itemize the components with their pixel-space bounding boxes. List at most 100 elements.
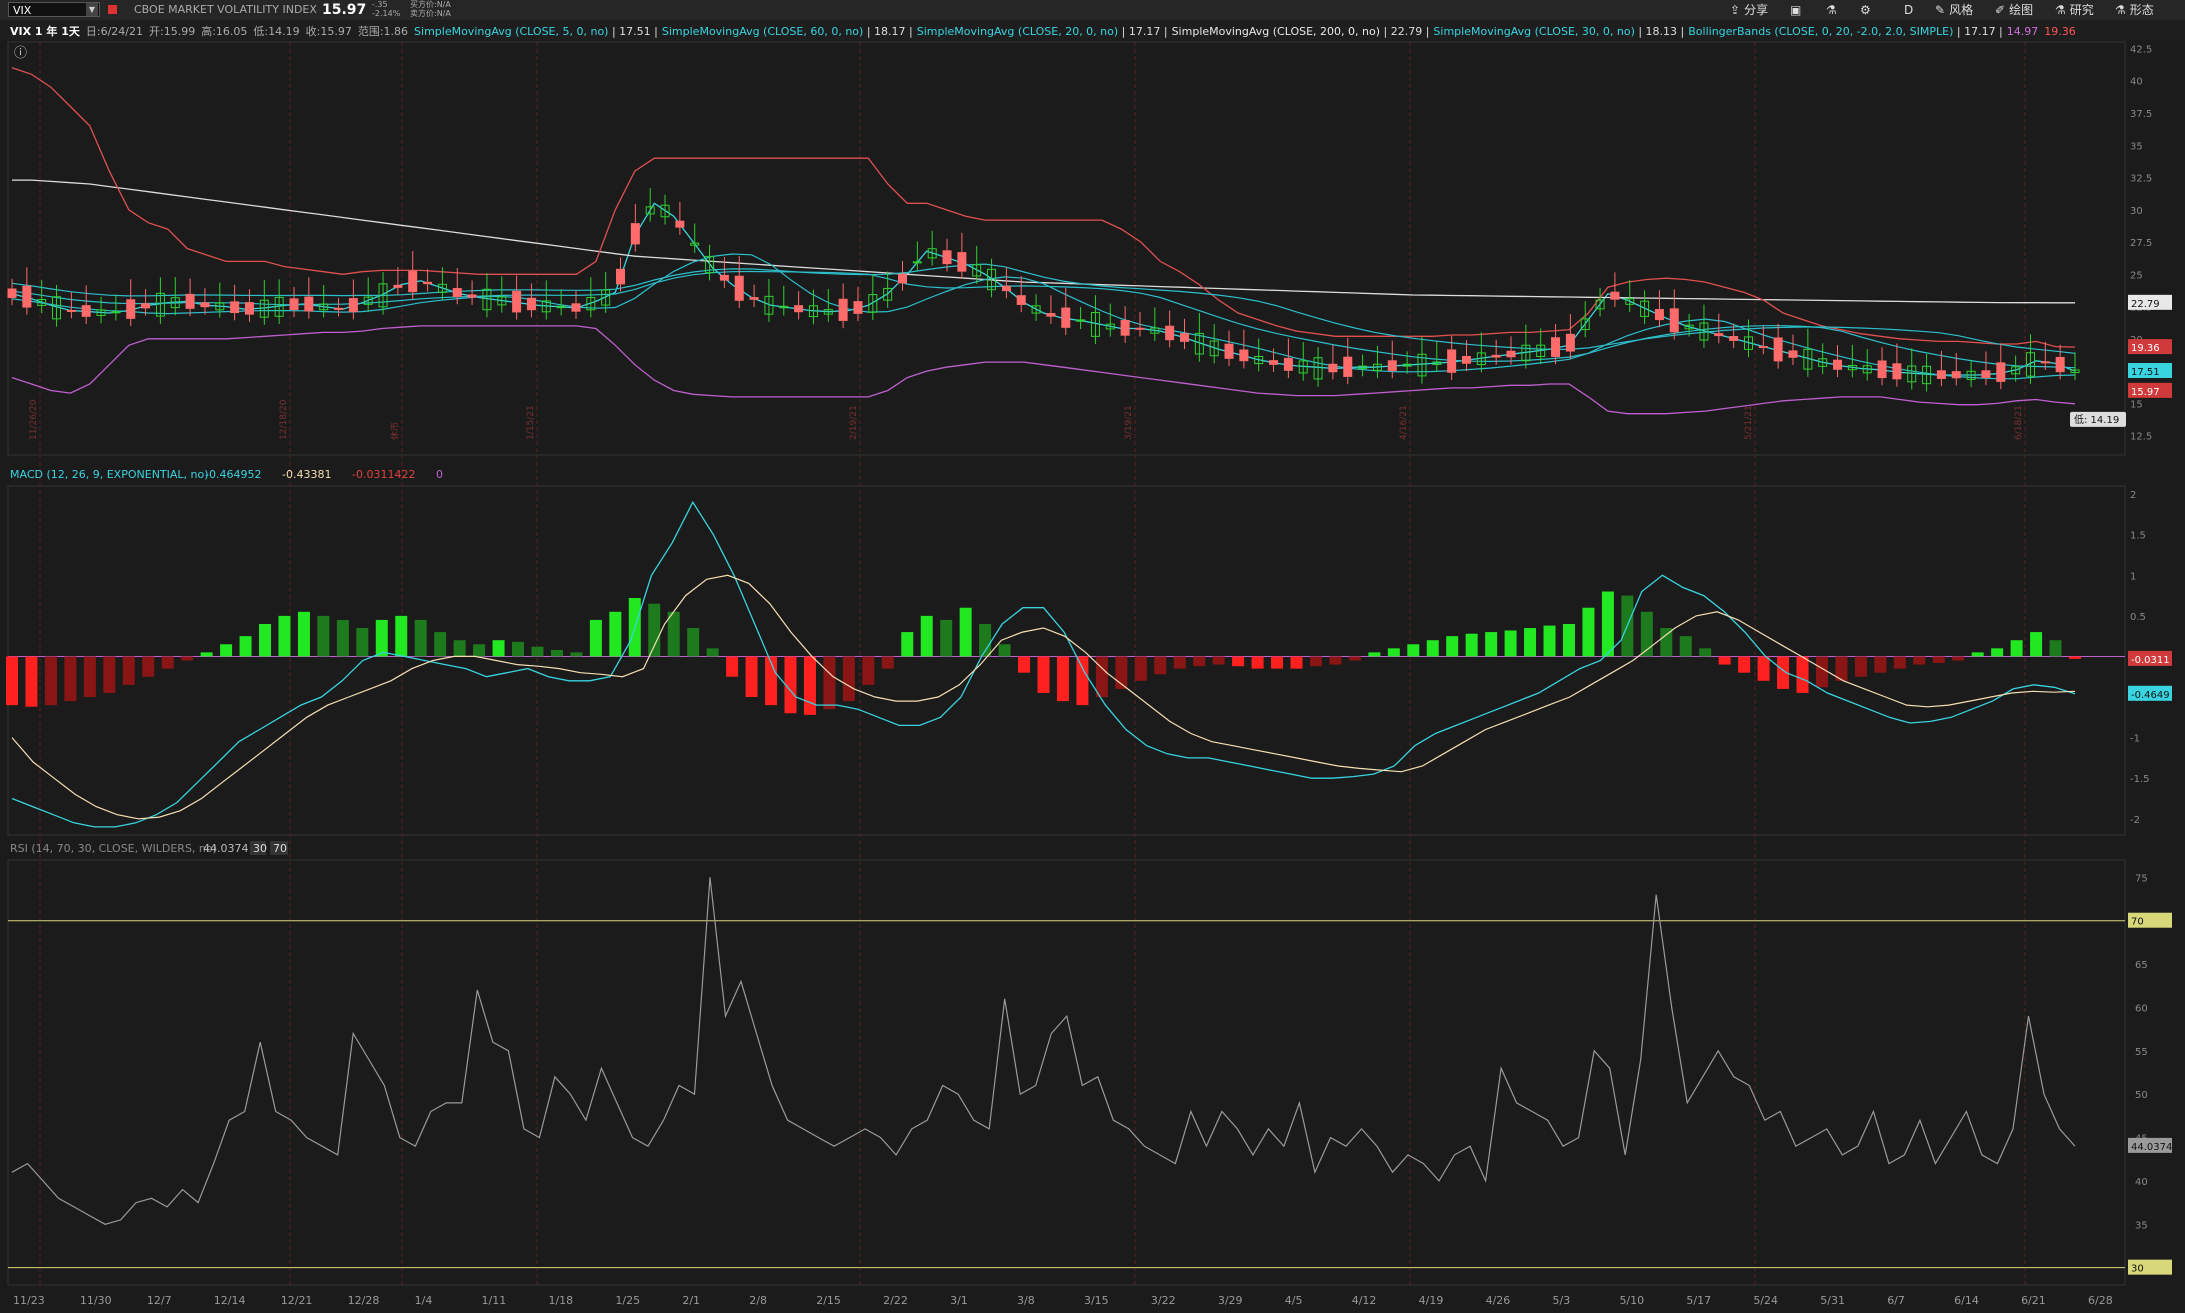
candle-body <box>734 275 744 301</box>
macd-hist-bar <box>531 646 544 657</box>
macd-hist-bar <box>1991 648 2004 657</box>
macd-hist-bar <box>83 656 96 698</box>
macd-hist-bar <box>1699 648 1712 657</box>
macd-axis-tick: -1 <box>2130 734 2140 745</box>
macd-hist-bar <box>161 656 174 669</box>
date-axis-tick: 6/7 <box>1887 1294 1905 1307</box>
macd-hist-bar <box>1212 656 1225 665</box>
panel-separator <box>0 837 2125 859</box>
macd-hist-bar <box>1309 656 1322 667</box>
date-axis-tick: 12/7 <box>147 1294 172 1307</box>
last-price-label: 15.97 <box>2131 387 2160 398</box>
macd-hist-bar <box>1582 607 1595 657</box>
event-label: 3/19/21 <box>1124 405 1134 440</box>
rsi-axis-tick: 75 <box>2135 873 2148 884</box>
date-axis-tick: 4/12 <box>1352 1294 1377 1307</box>
date-axis-tick: 1/25 <box>615 1294 640 1307</box>
macd-hist-bar <box>1971 652 1984 657</box>
candle-body <box>1654 309 1664 321</box>
date-axis-tick: 2/1 <box>682 1294 700 1307</box>
panel-frame <box>7 41 2126 456</box>
price-axis-tick: 35 <box>2130 141 2143 152</box>
date-axis-tick: 5/24 <box>1753 1294 1778 1307</box>
candle-body <box>1669 308 1679 333</box>
price-axis-tick: 25 <box>2130 270 2143 281</box>
macd-hist-bar <box>1329 656 1342 665</box>
macd-legend-value: -0.464952 <box>205 468 261 481</box>
macd-legend-value: 0 <box>436 468 443 481</box>
candle-body <box>1773 337 1783 362</box>
rsi-axis-tick: 65 <box>2135 960 2148 971</box>
candle-body <box>185 293 195 309</box>
candle-body <box>1447 349 1457 373</box>
candle-body <box>957 252 967 272</box>
date-axis-tick: 3/15 <box>1084 1294 1109 1307</box>
panel-frame <box>7 859 2126 1286</box>
macd-hist-bar <box>25 656 38 707</box>
date-axis-tick: 3/29 <box>1218 1294 1243 1307</box>
macd-hist-bar <box>414 619 427 657</box>
macd-hist-bar <box>1485 632 1498 657</box>
macd-hist-bar <box>862 656 875 685</box>
candle-body <box>630 223 640 245</box>
date-axis-tick: 2/8 <box>749 1294 767 1307</box>
candle-body <box>1951 371 1961 379</box>
candle-body <box>794 305 804 313</box>
sma200-label: 22.79 <box>2131 299 2160 310</box>
candle-body <box>1001 285 1011 292</box>
candle-body <box>1610 291 1620 300</box>
candle-body <box>838 298 848 321</box>
candle-body <box>1239 349 1249 362</box>
price-axis-tick: 32.5 <box>2130 174 2152 185</box>
date-axis-tick: 6/28 <box>2088 1294 2113 1307</box>
macd-hist-bar <box>940 619 953 657</box>
sma5-label: 17.51 <box>2131 367 2160 378</box>
macd-hist-bar <box>1173 656 1186 669</box>
low-callout: 低: 14.19 <box>2074 413 2119 426</box>
date-axis-tick: 6/21 <box>2021 1294 2046 1307</box>
macd-hist-bar <box>1504 630 1517 657</box>
chart-canvas[interactable]: 42.54037.53532.53027.52522.52017.51512.5… <box>0 0 2185 1313</box>
candle-body <box>289 298 299 310</box>
macd-hist-bar <box>1601 591 1614 657</box>
macd-hist-bar <box>726 656 739 677</box>
rsi-os-label: 30 <box>2131 1264 2144 1275</box>
candle-body <box>1981 370 1991 378</box>
macd-hist-bar <box>706 648 719 657</box>
macd-hist-bar <box>1134 656 1147 681</box>
macd-hist-bar <box>803 656 816 715</box>
rsi-legend: RSI (14, 70, 30, CLOSE, WILDERS, no) <box>10 842 217 855</box>
macd-hist-bar <box>842 656 855 702</box>
candle-body <box>1788 350 1798 358</box>
macd-axis-tick: -2 <box>2130 815 2140 826</box>
macd-hist-bar <box>44 656 57 706</box>
macd-hist-bar <box>1076 656 1089 706</box>
event-label: 1/15/21 <box>526 405 536 440</box>
event-label: 11/26/20 <box>29 399 39 440</box>
rsi-legend-value: 44.0374 <box>203 842 249 855</box>
price-series-line <box>11 325 2076 415</box>
macd-hist-bar <box>667 611 680 657</box>
price-series-line <box>12 179 2075 304</box>
candle-body <box>1714 333 1724 337</box>
candle-body <box>1461 355 1471 364</box>
macd-hist-bar <box>453 640 466 657</box>
date-axis-tick: 4/5 <box>1285 1294 1303 1307</box>
macd-hist-bar <box>589 619 602 657</box>
candle-body <box>2040 361 2050 364</box>
rsi-ob-label: 70 <box>2131 917 2144 928</box>
date-axis-tick: 5/3 <box>1553 1294 1571 1307</box>
candle-body <box>1877 360 1887 379</box>
candle-body <box>1387 360 1397 371</box>
macd-hist-bar <box>220 644 233 657</box>
date-axis-tick: 1/4 <box>415 1294 433 1307</box>
event-label: 2/19/21 <box>849 405 859 440</box>
candle-body <box>244 302 254 315</box>
macd-hist-bar <box>103 656 116 693</box>
macd-hist-bar <box>1095 656 1108 698</box>
macd-hist-bar <box>1679 636 1692 657</box>
candle-body <box>1165 325 1175 341</box>
macd-hist-bar <box>1348 656 1361 661</box>
date-axis-tick: 4/19 <box>1419 1294 1444 1307</box>
candle-body <box>719 274 729 281</box>
